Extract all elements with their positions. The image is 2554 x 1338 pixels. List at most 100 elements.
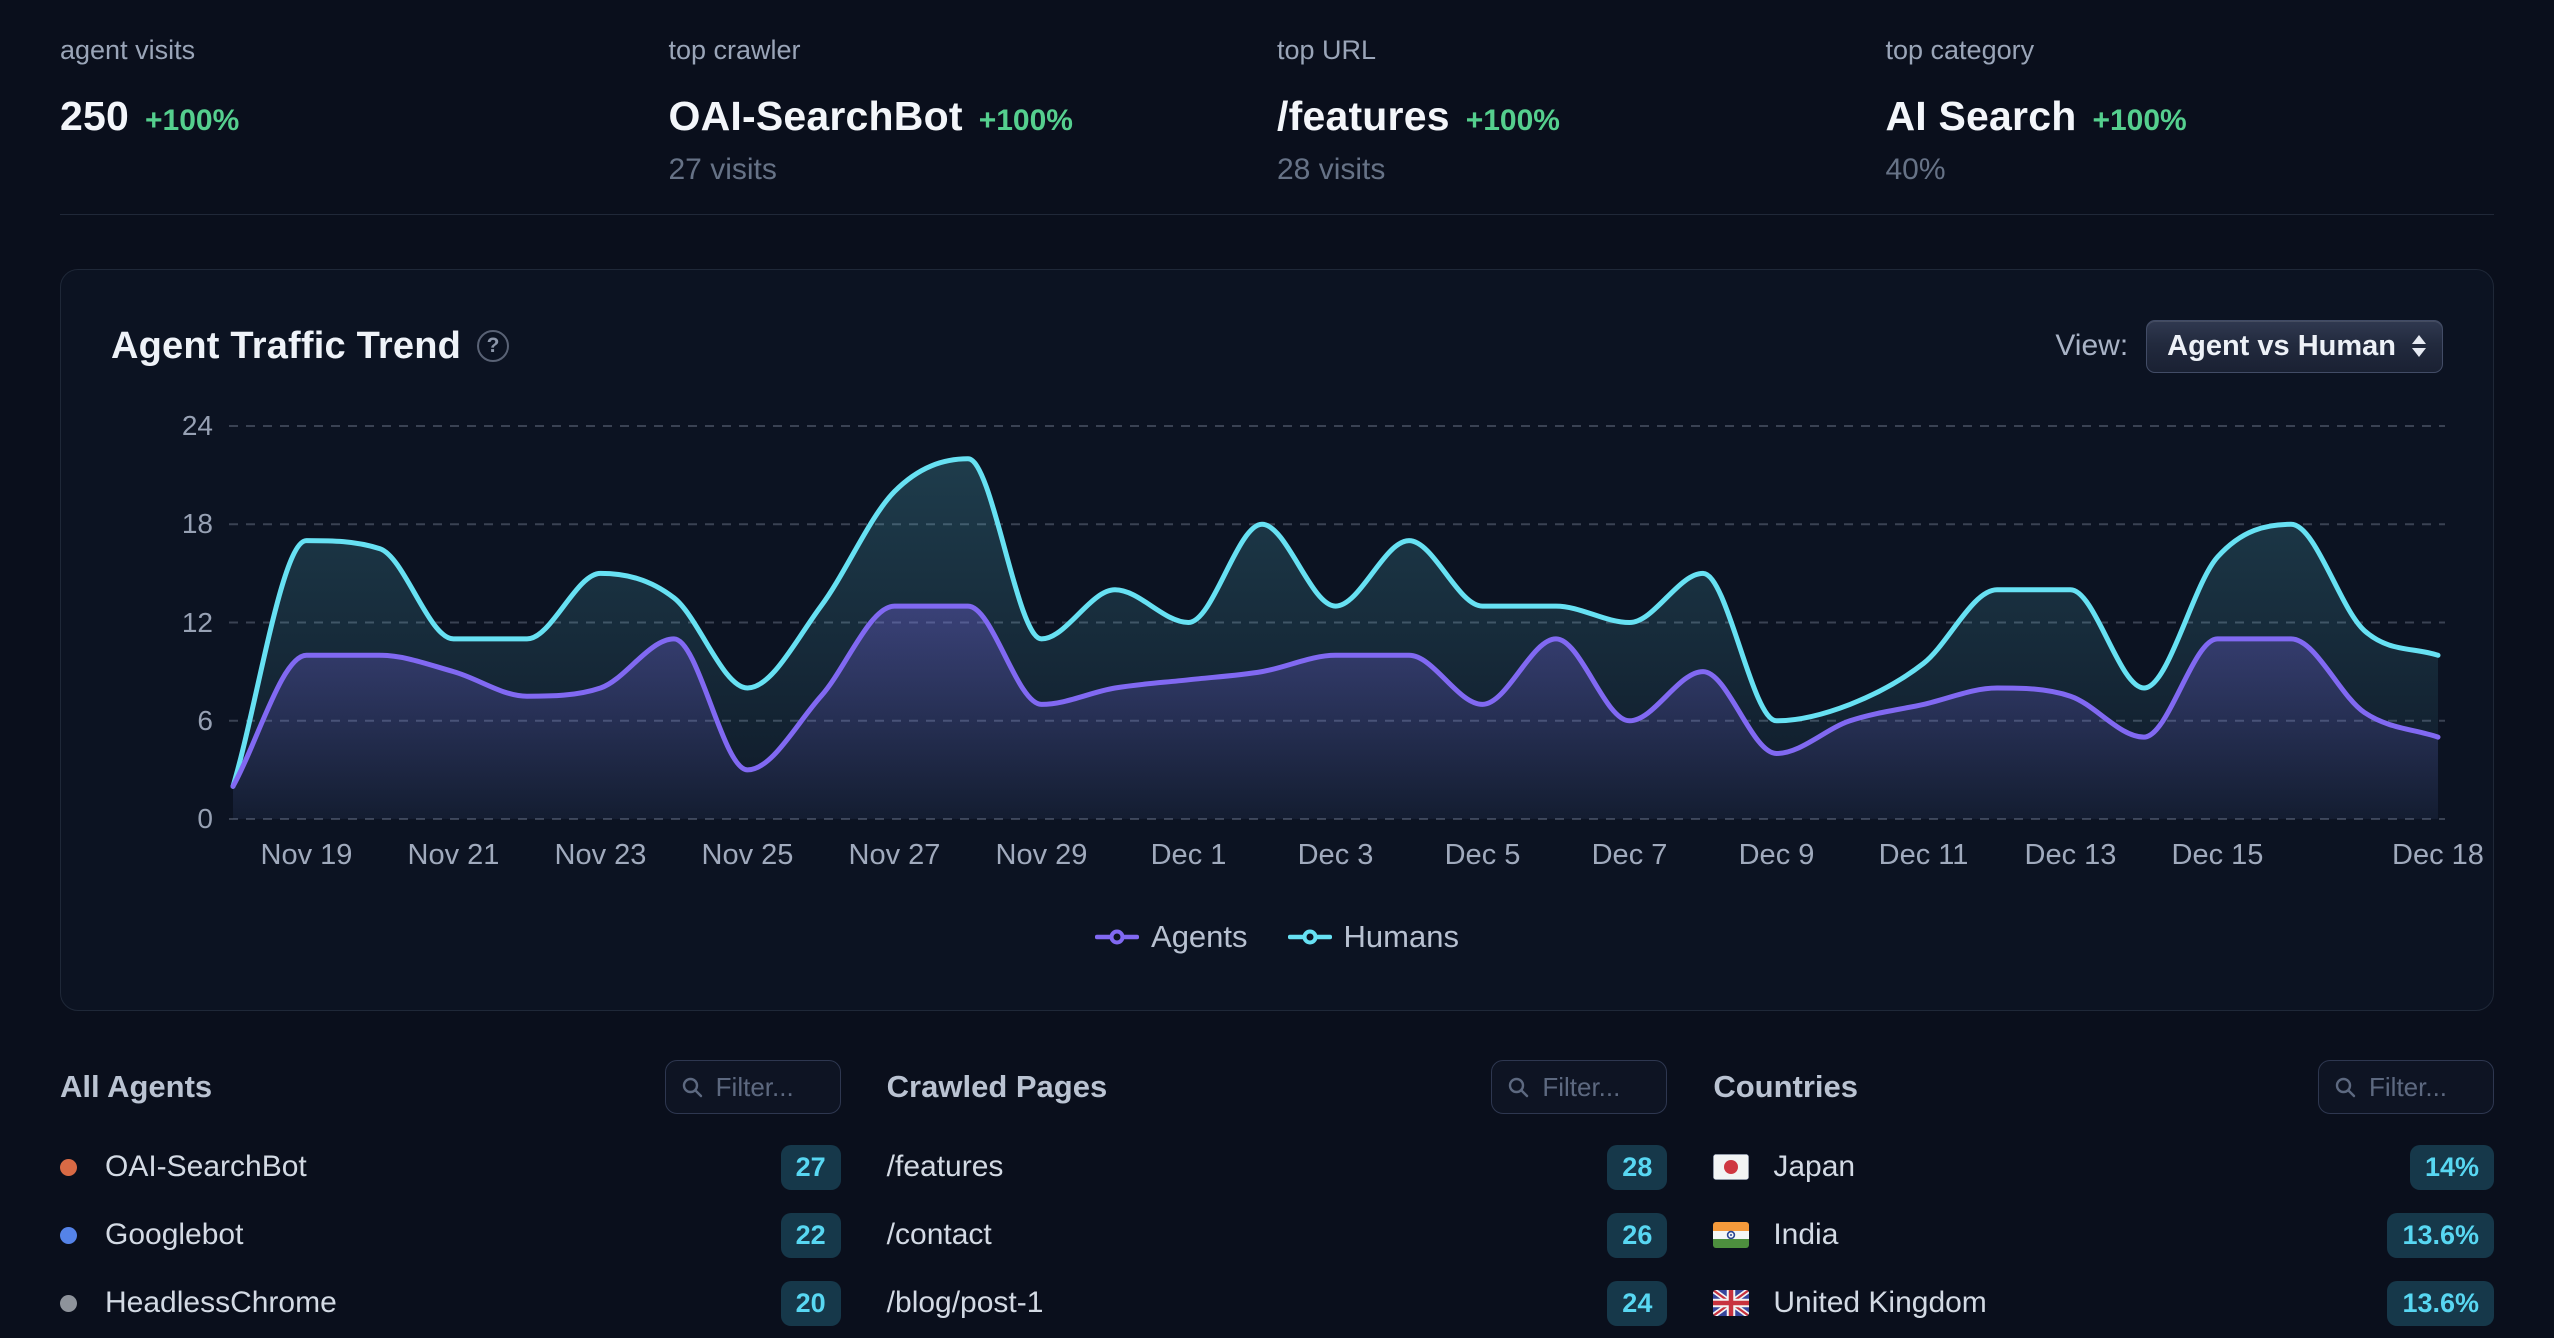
divider <box>60 214 2494 215</box>
panel-header: Countries <box>1713 1057 2494 1117</box>
legend-item-humans[interactable]: Humans <box>1288 919 1459 955</box>
stat-card: agent visits 250 +100% <box>60 34 669 188</box>
view-select-value: Agent vs Human <box>2167 330 2396 363</box>
list-item[interactable]: /blog/post-1 24 <box>887 1269 1668 1337</box>
legend-item-agents[interactable]: Agents <box>1095 919 1248 955</box>
x-axis-tick: Dec 11 <box>1879 838 1969 872</box>
stat-subvalue: 28 visits <box>1277 152 1886 188</box>
list-item[interactable]: OAI-SearchBot 27 <box>60 1133 841 1201</box>
panel-title: Crawled Pages <box>887 1069 1108 1105</box>
list-item-label: /blog/post-1 <box>887 1286 1044 1320</box>
dashboard-page: agent visits 250 +100% top crawler OAI-S… <box>0 0 2554 1338</box>
x-axis-tick: Nov 21 <box>408 838 500 872</box>
panel-header: Crawled Pages <box>887 1057 1668 1117</box>
stat-delta-badge: +100% <box>145 104 239 138</box>
count-badge: 20 <box>781 1281 841 1326</box>
view-select[interactable]: Agent vs Human <box>2146 320 2443 373</box>
agent-dot-icon <box>60 1159 77 1176</box>
list-item-label: /contact <box>887 1218 992 1252</box>
y-axis-tick: 6 <box>141 706 213 736</box>
chart-card-header: Agent Traffic Trend ? View: Agent vs Hum… <box>111 318 2443 374</box>
panel-rows: OAI-SearchBot 27 Googlebot 22 HeadlessCh… <box>60 1133 841 1337</box>
help-icon[interactable]: ? <box>477 330 509 362</box>
stat-card: top category AI Search +100% 40% <box>1886 34 2495 188</box>
list-item[interactable]: Googlebot 22 <box>60 1201 841 1269</box>
legend-label: Humans <box>1344 919 1459 955</box>
stat-subvalue: 27 visits <box>669 152 1278 188</box>
bottom-panels: All Agents OAI-SearchBot 27 Googlebot 22… <box>60 1057 2494 1337</box>
stat-delta-badge: +100% <box>1466 104 1560 138</box>
filter-input[interactable] <box>714 1071 828 1104</box>
agent-dot-icon <box>60 1227 77 1244</box>
search-icon <box>680 1075 704 1099</box>
stat-delta-badge: +100% <box>979 104 1073 138</box>
chart-title: Agent Traffic Trend <box>111 325 461 368</box>
list-item[interactable]: HeadlessChrome 20 <box>60 1269 841 1337</box>
panel-title: Countries <box>1713 1069 1858 1105</box>
flag-uk-icon <box>1713 1290 1749 1316</box>
list-item[interactable]: India 13.6% <box>1713 1201 2494 1269</box>
x-axis-tick: Dec 3 <box>1298 838 1374 872</box>
stat-subvalue: 40% <box>1886 152 2495 188</box>
stat-main: AI Search +100% <box>1886 92 2495 140</box>
y-axis-tick: 0 <box>141 804 213 834</box>
x-axis-tick: Dec 7 <box>1592 838 1668 872</box>
flag-india-icon <box>1713 1222 1749 1248</box>
panel-rows: /features 28 /contact 26 /blog/post-1 24 <box>887 1133 1668 1337</box>
x-axis-tick: Nov 29 <box>996 838 1088 872</box>
search-icon <box>2333 1075 2357 1099</box>
chart-title-wrap: Agent Traffic Trend ? <box>111 325 509 368</box>
filter-input-box[interactable] <box>665 1060 841 1114</box>
y-axis-tick: 24 <box>141 411 213 441</box>
list-item[interactable]: United Kingdom 13.6% <box>1713 1269 2494 1337</box>
search-icon <box>1506 1075 1530 1099</box>
x-axis-tick: Dec 1 <box>1151 838 1227 872</box>
x-axis-tick: Nov 23 <box>555 838 647 872</box>
list-item-label: /features <box>887 1150 1004 1184</box>
count-badge: 13.6% <box>2387 1213 2494 1258</box>
list-item[interactable]: Japan 14% <box>1713 1133 2494 1201</box>
traffic-chart: 06121824 Nov 19Nov 21Nov 23Nov 25Nov 27N… <box>111 374 2443 974</box>
legend-label: Agents <box>1151 919 1248 955</box>
filter-input-box[interactable] <box>1491 1060 1667 1114</box>
panel: Countries Japan 14% India 13.6% United K… <box>1713 1057 2494 1337</box>
count-badge: 22 <box>781 1213 841 1258</box>
list-item[interactable]: /features 28 <box>887 1133 1668 1201</box>
count-badge: 14% <box>2410 1145 2494 1190</box>
stat-value: /features <box>1277 92 1450 140</box>
filter-input[interactable] <box>1540 1071 1654 1104</box>
view-label: View: <box>2055 329 2128 363</box>
stat-label: top category <box>1886 34 2495 66</box>
list-item[interactable]: /contact 26 <box>887 1201 1668 1269</box>
filter-input[interactable] <box>2367 1071 2481 1104</box>
panel: Crawled Pages /features 28 /contact 26 /… <box>887 1057 1668 1337</box>
filter-input-box[interactable] <box>2318 1060 2494 1114</box>
stat-main: /features +100% <box>1277 92 1886 140</box>
stats-row: agent visits 250 +100% top crawler OAI-S… <box>0 0 2554 188</box>
stat-main: 250 +100% <box>60 92 669 140</box>
flag-japan-icon <box>1713 1154 1749 1180</box>
stat-label: top URL <box>1277 34 1886 66</box>
count-badge: 24 <box>1607 1281 1667 1326</box>
stat-card: top crawler OAI-SearchBot +100% 27 visit… <box>669 34 1278 188</box>
stat-card: top URL /features +100% 28 visits <box>1277 34 1886 188</box>
list-item-label: Googlebot <box>105 1218 243 1252</box>
count-badge: 28 <box>1607 1145 1667 1190</box>
view-control: View: Agent vs Human <box>2055 320 2443 373</box>
list-item-label: HeadlessChrome <box>105 1286 337 1320</box>
count-badge: 13.6% <box>2387 1281 2494 1326</box>
stat-value: 250 <box>60 92 129 140</box>
x-axis-tick: Dec 9 <box>1739 838 1815 872</box>
traffic-chart-svg[interactable] <box>229 412 2449 852</box>
x-axis-tick: Dec 13 <box>2025 838 2117 872</box>
legend-marker-icon <box>1288 929 1332 945</box>
stat-value: OAI-SearchBot <box>669 92 963 140</box>
x-axis-tick: Dec 5 <box>1445 838 1521 872</box>
x-axis-tick: Nov 27 <box>849 838 941 872</box>
panel-header: All Agents <box>60 1057 841 1117</box>
x-axis-tick: Nov 19 <box>261 838 353 872</box>
agent-dot-icon <box>60 1295 77 1312</box>
legend-marker-icon <box>1095 929 1139 945</box>
list-item-label: OAI-SearchBot <box>105 1150 307 1184</box>
count-badge: 26 <box>1607 1213 1667 1258</box>
